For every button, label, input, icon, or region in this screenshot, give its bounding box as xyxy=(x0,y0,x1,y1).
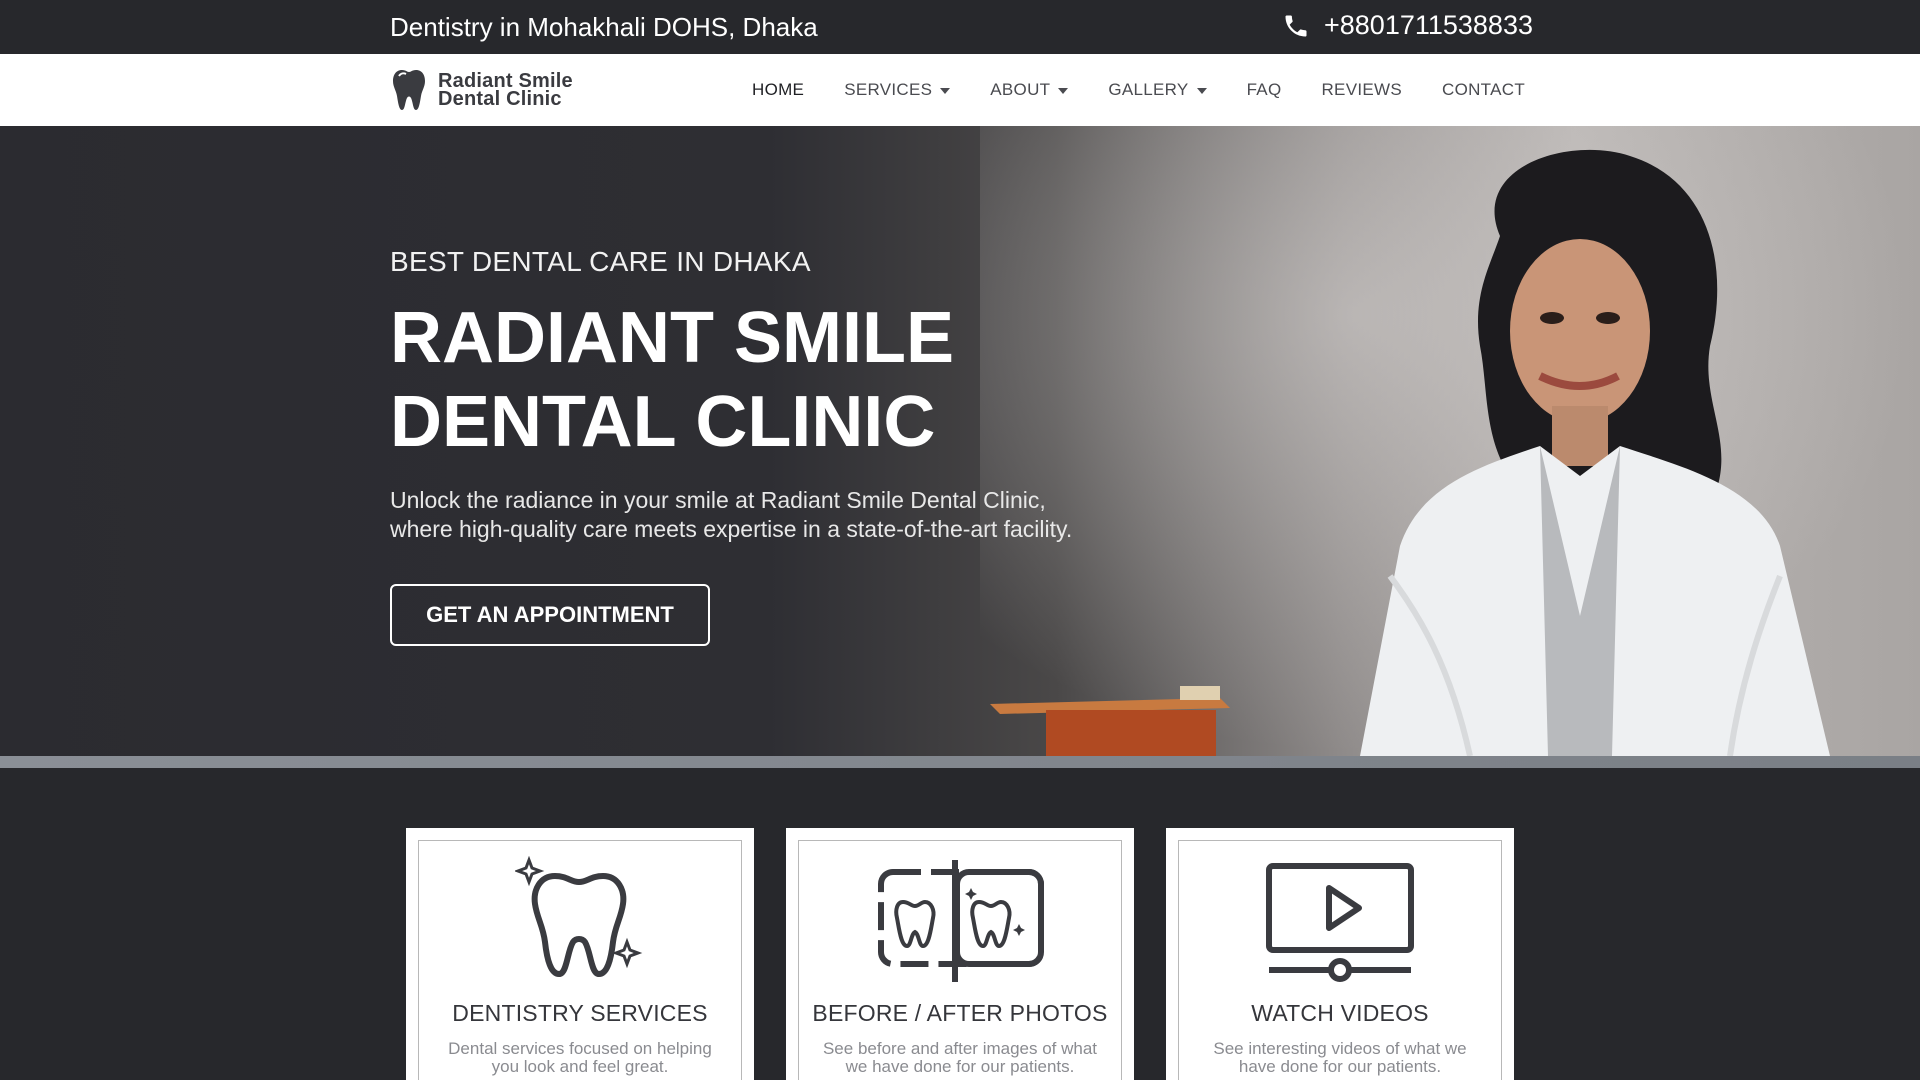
card-text: See before and after images of what we h… xyxy=(806,1040,1114,1076)
card-text: See interesting videos of what we have d… xyxy=(1186,1040,1494,1076)
nav-reviews[interactable]: REVIEWS xyxy=(1321,80,1402,100)
main-header: Radiant Smile Dental Clinic HOME SERVICE… xyxy=(0,54,1920,126)
appointment-button[interactable]: GET AN APPOINTMENT xyxy=(390,584,710,646)
tooth-sparkle-icon xyxy=(515,856,643,977)
nav-reviews-label: REVIEWS xyxy=(1321,80,1402,99)
nav-home[interactable]: HOME xyxy=(752,80,804,100)
card-watch-videos[interactable]: WATCH VIDEOS See interesting videos of w… xyxy=(1166,828,1514,1080)
nav-faq-label: FAQ xyxy=(1246,80,1282,99)
dental-model-decoration xyxy=(990,686,1230,756)
main-nav: HOME SERVICES ABOUT GALLERY FAQ REVIEWS … xyxy=(752,54,1525,126)
caret-down-icon xyxy=(1058,88,1069,94)
card-text: Dental services focused on helping you l… xyxy=(426,1040,734,1076)
phone-link[interactable]: +8801711538833 xyxy=(1282,10,1533,41)
nav-home-label: HOME xyxy=(752,80,805,99)
nav-about[interactable]: ABOUT xyxy=(990,80,1069,100)
tooth-logo-icon xyxy=(393,70,425,110)
nav-faq[interactable]: FAQ xyxy=(1247,80,1282,100)
caret-down-icon xyxy=(1196,88,1207,94)
features-section: DENTISTRY SERVICES Dental services focus… xyxy=(0,768,1920,1080)
nav-gallery[interactable]: GALLERY xyxy=(1108,80,1207,100)
phone-icon xyxy=(1285,15,1307,36)
card-text-line1: Dental services focused on helping xyxy=(448,1039,712,1058)
hero-desc-line2: where high-quality care meets expertise … xyxy=(390,516,1073,542)
nav-services-label: SERVICES xyxy=(844,80,933,99)
location-text: Dentistry in Mohakhali DOHS, Dhaka xyxy=(390,12,818,42)
hero-kicker: BEST DENTAL CARE IN DHAKA xyxy=(390,246,811,277)
dentist-photo xyxy=(1360,149,1830,756)
caret-down-icon xyxy=(940,88,951,94)
card-title: BEFORE / AFTER PHOTOS xyxy=(812,1000,1108,1026)
card-before-after-photos[interactable]: BEFORE / AFTER PHOTOS See before and aft… xyxy=(786,828,1134,1080)
hero-title-line1: RADIANT SMILE xyxy=(390,298,954,378)
card-text-line2: you look and feel great. xyxy=(491,1057,669,1076)
phone-number[interactable]: +8801711538833 xyxy=(1324,10,1533,41)
logo-line2: Dental Clinic xyxy=(438,88,562,110)
nav-about-label: ABOUT xyxy=(990,80,1051,99)
hero-description: Unlock the radiance in your smile at Rad… xyxy=(390,486,1150,544)
card-dentistry-services[interactable]: DENTISTRY SERVICES Dental services focus… xyxy=(406,828,754,1080)
nav-services[interactable]: SERVICES xyxy=(844,80,951,100)
hero-title-line2: DENTAL CLINIC xyxy=(390,382,936,462)
nav-gallery-label: GALLERY xyxy=(1108,80,1189,99)
card-text-line1: See interesting videos of what we xyxy=(1213,1039,1467,1058)
nav-contact-label: CONTACT xyxy=(1442,80,1525,99)
card-text-line1: See before and after images of what xyxy=(822,1039,1098,1058)
video-play-icon xyxy=(1266,863,1414,982)
hero-desc-line1: Unlock the radiance in your smile at Rad… xyxy=(390,487,1046,513)
before-after-icon xyxy=(878,860,1044,982)
nav-contact[interactable]: CONTACT xyxy=(1442,80,1525,100)
card-title: WATCH VIDEOS xyxy=(1251,1000,1429,1026)
top-bar: Dentistry in Mohakhali DOHS, Dhaka +8801… xyxy=(0,0,1920,54)
hero-banner: BEST DENTAL CARE IN DHAKA RADIANT SMILE … xyxy=(0,126,1920,756)
hero-title: RADIANT SMILE DENTAL CLINIC xyxy=(390,296,1030,464)
card-title: DENTISTRY SERVICES xyxy=(452,1000,708,1026)
site-logo[interactable]: Radiant Smile Dental Clinic xyxy=(390,66,573,114)
card-text-line2: have done for our patients. xyxy=(1238,1057,1442,1076)
card-text-line2: we have done for our patients. xyxy=(845,1057,1075,1076)
section-divider xyxy=(0,756,1920,768)
